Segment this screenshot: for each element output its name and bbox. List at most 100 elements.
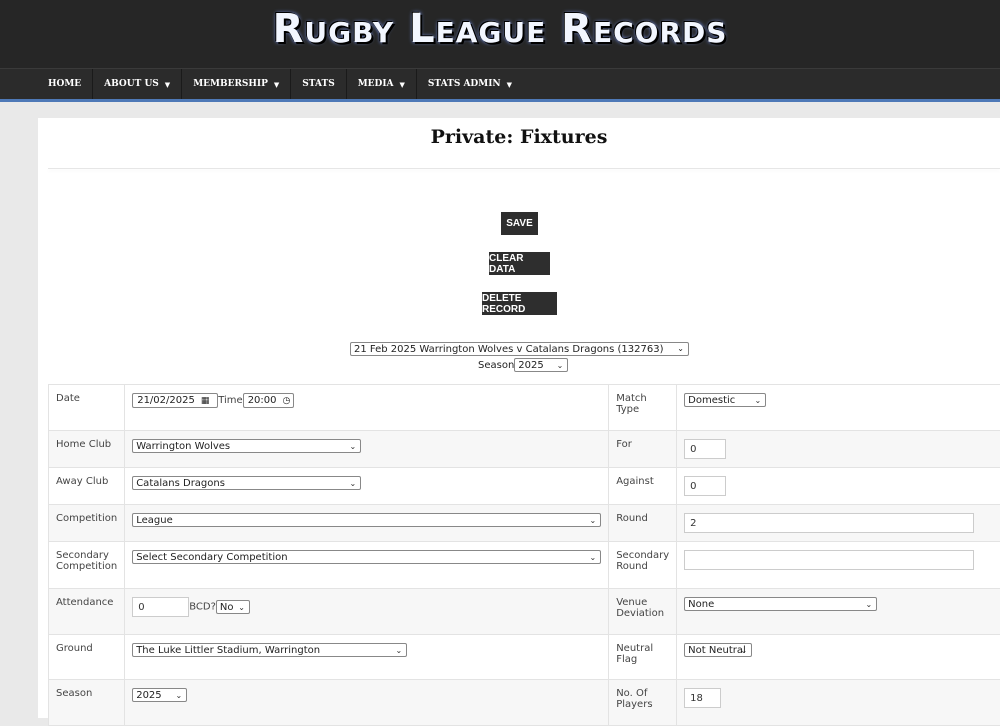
nav-label: HOME <box>48 79 81 89</box>
date-value: 21/02/2025 <box>137 395 195 406</box>
clear-data-button[interactable]: CLEAR DATA <box>489 252 550 275</box>
against-label: Against <box>609 468 677 505</box>
nav-label: STATS ADMIN <box>428 79 501 89</box>
competition-select[interactable]: League ⌄ <box>132 513 601 527</box>
date-cell: 21/02/2025 ▦ Time 20:00 ◷ <box>125 385 609 431</box>
chevron-down-icon: ⌄ <box>557 361 564 370</box>
chevron-down-icon: ⌄ <box>590 516 597 525</box>
secondary-round-label: Secondary Round <box>609 542 677 589</box>
time-label: Time <box>218 395 242 406</box>
against-input[interactable]: 0 <box>684 476 726 496</box>
competition-label: Competition <box>49 505 125 542</box>
nav-item-stats-admin[interactable]: STATS ADMIN ▼ <box>417 69 523 99</box>
form-row: Away Club Catalans Dragons ⌄ Against 0 <box>49 468 1000 505</box>
fixture-form: Date 21/02/2025 ▦ Time 20:00 ◷ Match Typ… <box>48 384 1000 726</box>
venue-deviation-cell: None ⌄ <box>677 589 1000 635</box>
secondary-competition-value: Select Secondary Competition <box>136 552 287 563</box>
home-club-select[interactable]: Warrington Wolves ⌄ <box>132 439 361 453</box>
neutral-flag-value: Not Neutral <box>688 645 746 656</box>
for-input[interactable]: 0 <box>684 439 726 459</box>
competition-cell: League ⌄ <box>125 505 609 542</box>
nav-label: MEDIA <box>358 79 394 89</box>
chevron-down-icon: ⌄ <box>350 442 357 451</box>
attendance-label: Attendance <box>49 589 125 635</box>
nav-item-stats[interactable]: STATS <box>291 69 346 99</box>
save-button[interactable]: SAVE <box>501 212 538 235</box>
time-value: 20:00 <box>248 395 277 406</box>
attendance-cell: 0BCD? No ⌄ <box>125 589 609 635</box>
site-header: Rugby League Records <box>0 0 1000 68</box>
caret-down-icon: ▼ <box>274 80 279 89</box>
secondary-competition-select[interactable]: Select Secondary Competition ⌄ <box>132 550 601 564</box>
chevron-down-icon: ⌄ <box>238 603 245 612</box>
ground-cell: The Luke Littler Stadium, Warrington ⌄ <box>125 635 609 680</box>
nav-item-home[interactable]: HOME <box>37 69 93 99</box>
time-input[interactable]: 20:00 ◷ <box>243 393 294 408</box>
for-label: For <box>609 431 677 468</box>
chevron-down-icon: ⌄ <box>677 344 684 353</box>
round-input[interactable]: 2 <box>684 513 974 533</box>
form-row: Season 2025 ⌄ No. Of Players 18 <box>49 680 1000 726</box>
chevron-down-icon: ⌄ <box>865 600 872 609</box>
venue-deviation-label: Venue Deviation <box>609 589 677 635</box>
delete-record-button[interactable]: DELETE RECORD <box>482 292 557 315</box>
no-of-players-input[interactable]: 18 <box>684 688 721 708</box>
away-club-select[interactable]: Catalans Dragons ⌄ <box>132 476 361 490</box>
bcd-label: BCD? <box>189 602 216 613</box>
home-club-value: Warrington Wolves <box>136 441 230 452</box>
no-of-players-cell: 18 <box>677 680 1000 726</box>
calendar-icon: ▦ <box>201 396 210 406</box>
away-club-value: Catalans Dragons <box>136 478 225 489</box>
caret-down-icon: ▼ <box>400 80 405 89</box>
season-filter: Season 2025 ⌄ <box>478 358 568 372</box>
match-type-value: Domestic <box>688 395 735 406</box>
neutral-flag-select[interactable]: Not Neutral ⌄ <box>684 643 752 657</box>
secondary-round-cell <box>677 542 1000 589</box>
attendance-input[interactable]: 0 <box>132 597 189 617</box>
season-cell: 2025 ⌄ <box>125 680 609 726</box>
venue-deviation-value: None <box>688 599 714 610</box>
competition-value: League <box>136 515 173 526</box>
season-select[interactable]: 2025 ⌄ <box>132 688 187 702</box>
page-title: Private: Fixtures <box>38 126 1000 148</box>
divider <box>48 168 1000 169</box>
season-filter-select[interactable]: 2025 ⌄ <box>514 358 568 372</box>
season-value: 2025 <box>136 690 161 701</box>
form-row: Ground The Luke Littler Stadium, Warring… <box>49 635 1000 680</box>
form-row: Home Club Warrington Wolves ⌄ For 0 <box>49 431 1000 468</box>
nav-label: ABOUT US <box>104 79 159 89</box>
chevron-down-icon: ⌄ <box>396 646 403 655</box>
nav-item-about-us[interactable]: ABOUT US▼ <box>93 69 182 99</box>
nav-item-membership[interactable]: MEMBERSHIP ▼ <box>182 69 291 99</box>
main-nav: HOME ABOUT US▼ MEMBERSHIP▼ STATS MEDIA▼ … <box>0 68 1000 102</box>
season-filter-label: Season <box>478 360 514 371</box>
chevron-down-icon: ⌄ <box>350 479 357 488</box>
caret-down-icon: ▼ <box>507 80 512 89</box>
form-row: Secondary Competition Select Secondary C… <box>49 542 1000 589</box>
round-label: Round <box>609 505 677 542</box>
ground-label: Ground <box>49 635 125 680</box>
bcd-value: No <box>220 602 234 613</box>
venue-deviation-select[interactable]: None ⌄ <box>684 597 877 611</box>
clock-icon: ◷ <box>283 396 291 406</box>
form-row: Date 21/02/2025 ▦ Time 20:00 ◷ Match Typ… <box>49 385 1000 431</box>
nav-label: STATS <box>302 79 334 89</box>
site-title[interactable]: Rugby League Records <box>0 6 1000 52</box>
bcd-select[interactable]: No ⌄ <box>216 600 250 614</box>
home-club-cell: Warrington Wolves ⌄ <box>125 431 609 468</box>
nav-label: MEMBERSHIP <box>193 79 268 89</box>
match-type-select[interactable]: Domestic ⌄ <box>684 393 766 407</box>
for-cell: 0 <box>677 431 1000 468</box>
season-label: Season <box>49 680 125 726</box>
round-cell: 2 <box>677 505 1000 542</box>
away-club-label: Away Club <box>49 468 125 505</box>
ground-select[interactable]: The Luke Littler Stadium, Warrington ⌄ <box>132 643 407 657</box>
secondary-round-input[interactable] <box>684 550 974 570</box>
record-select[interactable]: 21 Feb 2025 Warrington Wolves v Catalans… <box>350 342 689 356</box>
form-row: Competition League ⌄ Round 2 <box>49 505 1000 542</box>
chevron-down-icon: ⌄ <box>176 691 183 700</box>
date-input[interactable]: 21/02/2025 ▦ <box>132 393 218 408</box>
nav-item-media[interactable]: MEDIA ▼ <box>347 69 417 99</box>
ground-value: The Luke Littler Stadium, Warrington <box>136 645 320 656</box>
secondary-competition-cell: Select Secondary Competition ⌄ <box>125 542 609 589</box>
